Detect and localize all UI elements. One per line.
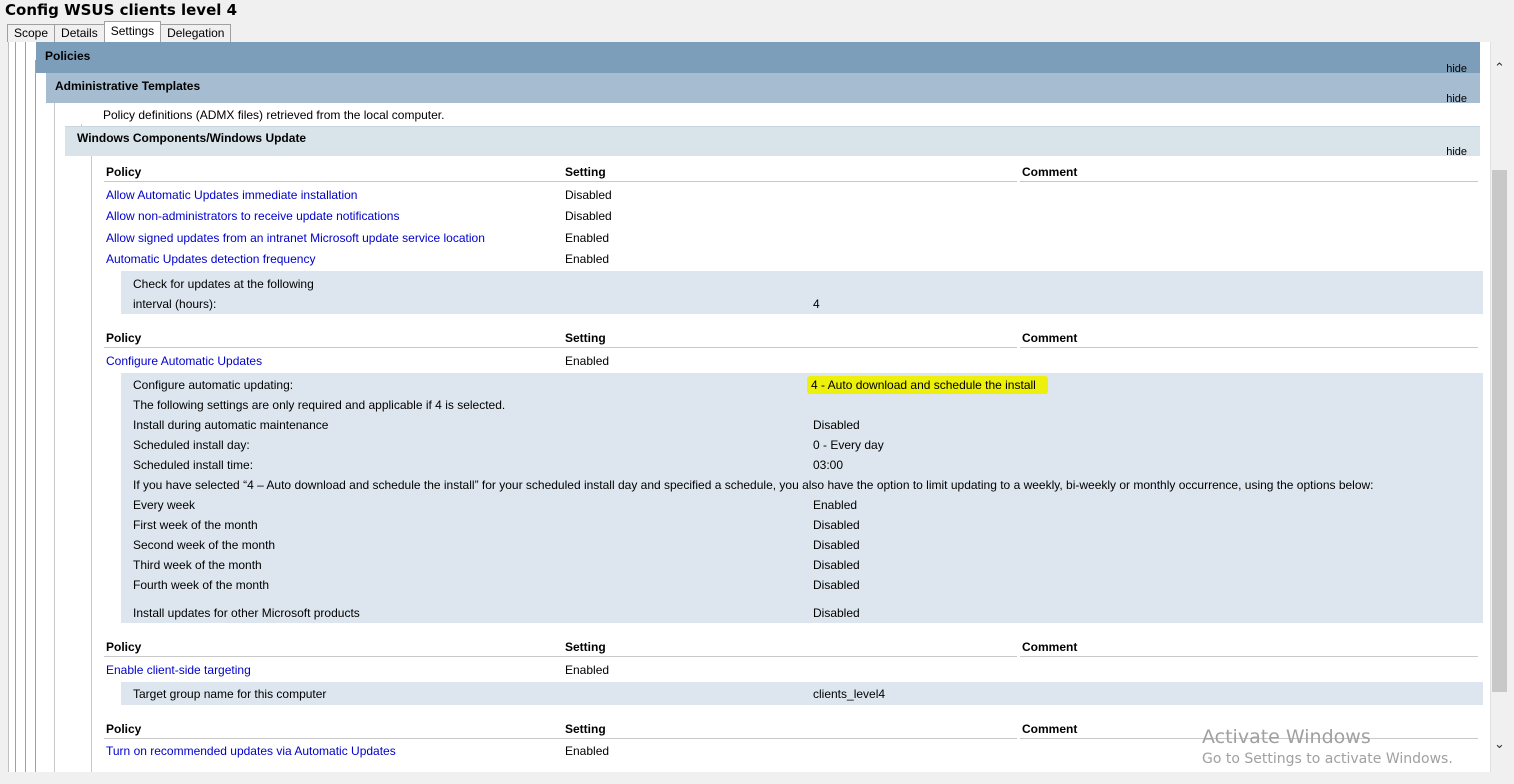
detail-label: Configure automatic updating: <box>133 378 294 392</box>
column-header-comment: Comment <box>1022 331 1078 345</box>
policy-link[interactable]: Allow signed updates from an intranet Mi… <box>106 231 485 245</box>
policy-setting-value: Enabled <box>565 744 610 758</box>
header-underline <box>104 656 1017 657</box>
section-windows-update-label: Windows Components/Windows Update <box>77 131 307 145</box>
section-admin-templates: Administrative Templates hide <box>46 73 1480 105</box>
section-windows-update-hide-link[interactable]: hide <box>1446 146 1467 158</box>
admx-source-note: Policy definitions (ADMX files) retrieve… <box>103 108 445 122</box>
tab-details[interactable]: Details <box>54 24 105 42</box>
header-underline <box>1020 181 1478 182</box>
column-header-policy: Policy <box>106 640 142 654</box>
detail-label: The following settings are only required… <box>133 398 506 412</box>
column-header-setting: Setting <box>565 722 606 736</box>
header-underline <box>1020 656 1478 657</box>
policy-detail-panel: Check for updates at the following inter… <box>121 271 1483 314</box>
detail-value: 03:00 <box>813 458 844 472</box>
highlight-marker: 4 - Auto download and schedule the insta… <box>807 376 1048 394</box>
detail-label: interval (hours): <box>133 297 217 311</box>
section-admin-templates-hide-link[interactable]: hide <box>1446 93 1467 105</box>
column-header-policy: Policy <box>106 722 142 736</box>
column-header-policy: Policy <box>106 165 142 179</box>
detail-label: Every week <box>133 498 196 512</box>
section-windows-update: Windows Components/Windows Update hide <box>65 126 1480 158</box>
policy-link[interactable]: Allow Automatic Updates immediate instal… <box>106 188 357 202</box>
policy-detail-panel: Configure automatic updating: 4 - Auto d… <box>121 373 1483 623</box>
settings-report-view: Policies hide Administrative Templates h… <box>8 42 1491 772</box>
tree-guide-line <box>25 42 26 772</box>
window-title: Config WSUS clients level 4 <box>5 1 238 19</box>
policy-setting-value: Enabled <box>565 231 610 245</box>
tab-settings[interactable]: Settings <box>103 21 162 42</box>
section-policies-label: Policies <box>45 49 91 63</box>
tab-scope[interactable]: Scope <box>7 24 56 42</box>
column-header-setting: Setting <box>565 165 606 179</box>
activate-windows-watermark-title: Activate Windows <box>1202 726 1371 748</box>
policy-setting-value: Disabled <box>565 209 612 223</box>
activate-windows-watermark-subtitle: Go to Settings to activate Windows. <box>1202 751 1453 767</box>
column-header-policy: Policy <box>106 331 142 345</box>
tab-delegation[interactable]: Delegation <box>160 24 232 42</box>
column-header-comment: Comment <box>1022 640 1078 654</box>
tree-guide-line <box>35 60 36 772</box>
section-policies: Policies hide <box>36 42 1480 75</box>
detail-value: Disabled <box>813 606 860 620</box>
policy-setting-value: Enabled <box>565 354 610 368</box>
detail-label: Install updates for other Microsoft prod… <box>133 606 360 620</box>
scroll-down-icon[interactable]: ⌄ <box>1494 736 1505 752</box>
policy-link[interactable]: Turn on recommended updates via Automati… <box>106 744 396 758</box>
vertical-scrollbar[interactable]: ⌃ ⌄ <box>1490 42 1508 772</box>
detail-value: Disabled <box>813 418 860 432</box>
detail-label: First week of the month <box>133 518 258 532</box>
detail-value: Disabled <box>813 578 860 592</box>
header-underline <box>104 738 1017 739</box>
policy-detail-panel: Target group name for this computer clie… <box>121 682 1483 705</box>
detail-label: Scheduled install time: <box>133 458 254 472</box>
detail-value: Disabled <box>813 538 860 552</box>
column-header-comment: Comment <box>1022 722 1078 736</box>
policy-setting-value: Disabled <box>565 188 612 202</box>
tree-guide-line <box>15 42 16 772</box>
header-underline <box>104 181 1017 182</box>
policy-link[interactable]: Configure Automatic Updates <box>106 354 262 368</box>
detail-label: Second week of the month <box>133 538 276 552</box>
header-underline <box>1020 347 1478 348</box>
section-admin-templates-label: Administrative Templates <box>55 79 201 93</box>
tree-guide-line <box>54 102 55 772</box>
detail-value-highlighted: 4 - Auto download and schedule the insta… <box>807 376 1048 394</box>
scrollbar-thumb[interactable] <box>1492 170 1507 692</box>
detail-value: 0 - Every day <box>813 438 884 452</box>
detail-value: Enabled <box>813 498 858 512</box>
detail-label: Check for updates at the following <box>133 277 314 291</box>
header-underline <box>104 347 1017 348</box>
detail-label: Target group name for this computer <box>133 687 327 701</box>
tree-guide-line <box>91 154 92 772</box>
policy-setting-value: Enabled <box>565 663 610 677</box>
column-header-setting: Setting <box>565 331 606 345</box>
column-header-setting: Setting <box>565 640 606 654</box>
policy-setting-value: Enabled <box>565 252 610 266</box>
policy-link[interactable]: Enable client-side targeting <box>106 663 251 677</box>
detail-label: Install during automatic maintenance <box>133 418 329 432</box>
detail-value: Disabled <box>813 558 860 572</box>
detail-value: Disabled <box>813 518 860 532</box>
policy-link[interactable]: Allow non-administrators to receive upda… <box>106 209 399 223</box>
detail-label: Fourth week of the month <box>133 578 270 592</box>
scroll-up-icon[interactable]: ⌃ <box>1494 60 1505 76</box>
column-header-comment: Comment <box>1022 165 1078 179</box>
detail-label: Scheduled install day: <box>133 438 250 452</box>
policy-link[interactable]: Automatic Updates detection frequency <box>106 252 315 266</box>
detail-value: 4 <box>813 297 820 311</box>
detail-label: If you have selected “4 – Auto download … <box>133 478 1374 492</box>
detail-label: Third week of the month <box>133 558 262 572</box>
tab-bar: Scope Details Settings Delegation <box>7 21 232 42</box>
detail-value: clients_level4 <box>813 687 886 701</box>
